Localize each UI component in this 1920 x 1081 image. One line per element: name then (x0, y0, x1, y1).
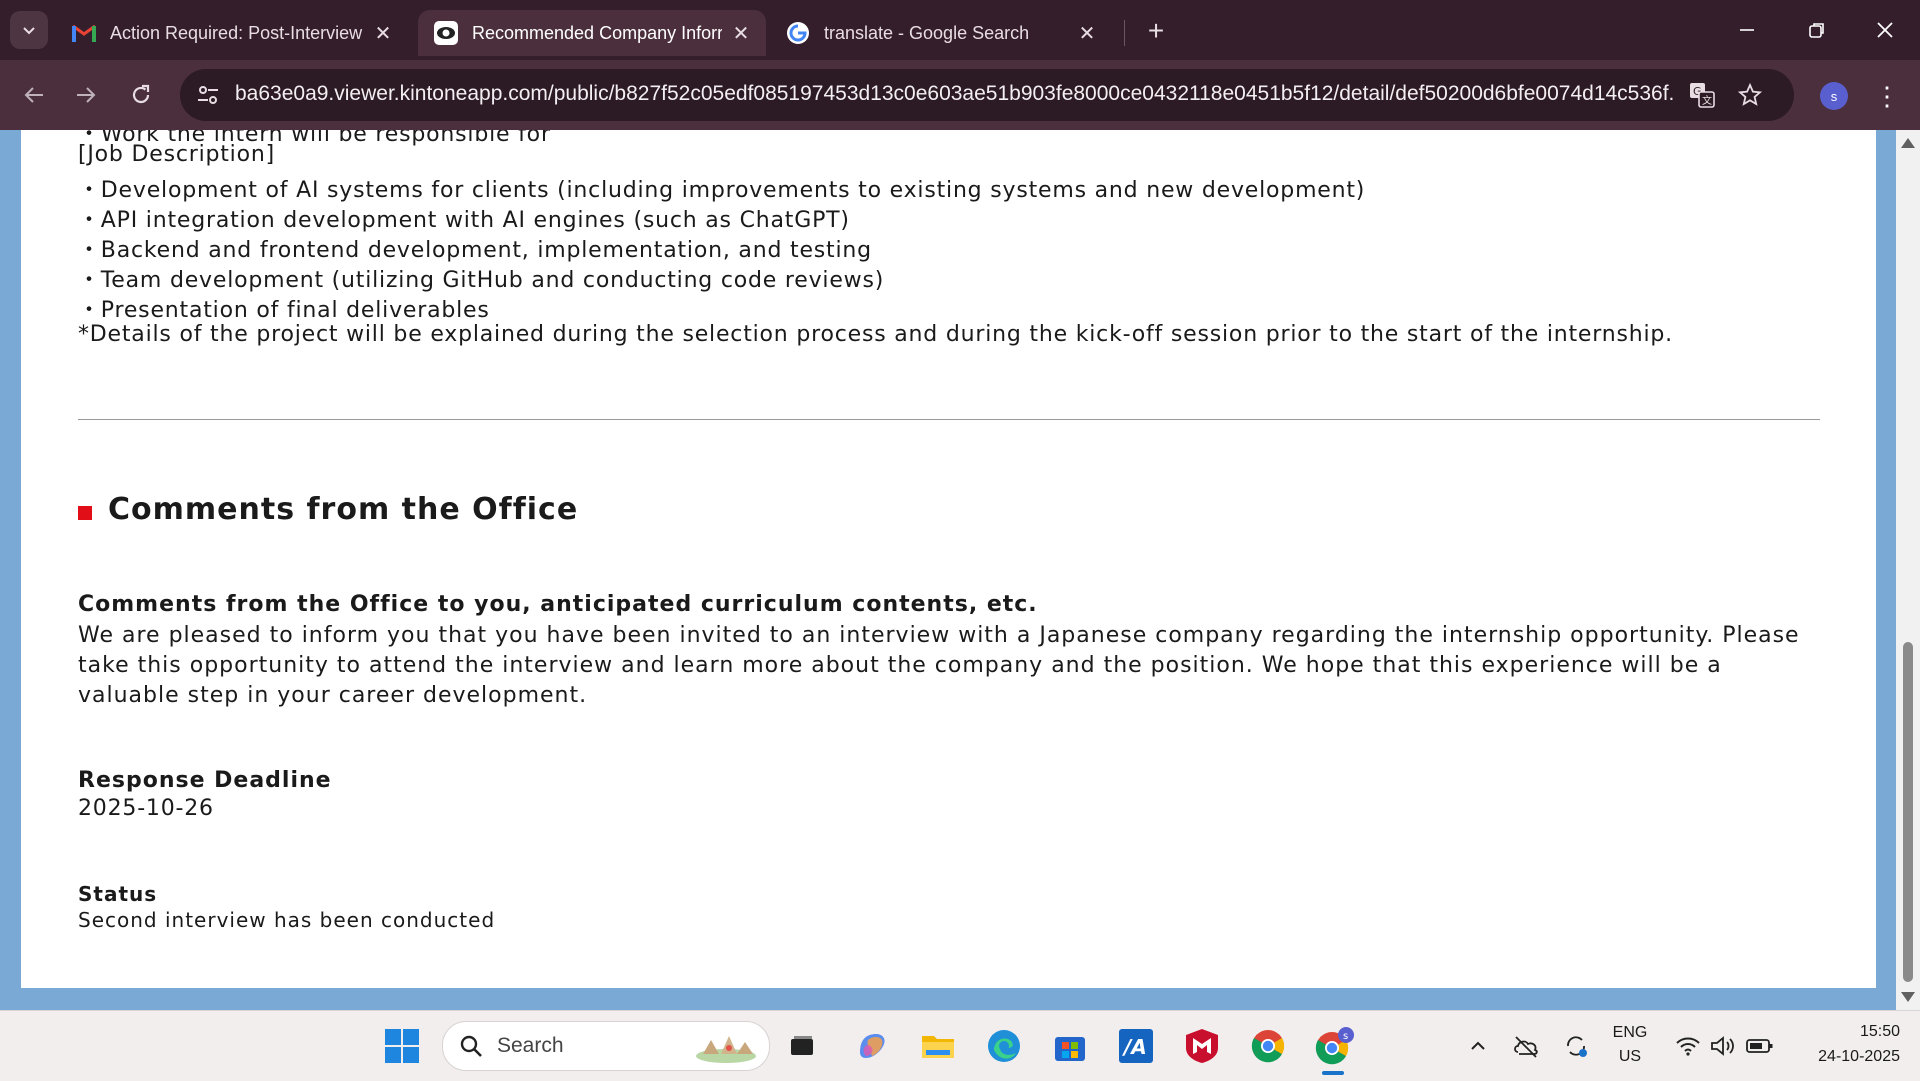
gmail-icon (72, 21, 96, 45)
forward-button[interactable] (68, 77, 104, 113)
microsoft-store-icon[interactable] (1050, 1026, 1090, 1066)
close-icon (1877, 22, 1893, 38)
minimize-button[interactable] (1727, 10, 1767, 50)
arrow-right-icon (77, 87, 96, 103)
scroll-down-arrow-icon[interactable] (1901, 992, 1915, 1002)
active-app-indicator (1322, 1071, 1344, 1075)
windows-start-icon[interactable] (384, 1028, 420, 1064)
app-ia-icon[interactable]: /A (1116, 1026, 1156, 1066)
sync-status-icon[interactable] (1556, 1026, 1596, 1066)
section-header: Comments from the Office (78, 492, 578, 527)
bookmark-star-icon[interactable] (1736, 81, 1764, 109)
job-item: ・API integration development with AI eng… (78, 208, 850, 233)
site-info-icon[interactable] (194, 81, 222, 109)
svg-text:/A: /A (1122, 1035, 1147, 1059)
section-divider (78, 419, 1820, 420)
comments-text: We are pleased to inform you that you ha… (78, 623, 1800, 708)
clock-time[interactable]: 15:50 (1780, 1023, 1900, 1041)
windows-taskbar: Search /A s ENG US 15:50 24-10-2025 (0, 1010, 1920, 1081)
browser-toolbar: ba63e0a9.viewer.kintoneapp.com/public/b8… (0, 60, 1920, 130)
close-window-button[interactable] (1865, 10, 1905, 50)
tab-search-button[interactable] (10, 11, 48, 49)
tab-title: Action Required: Post-Interview (110, 22, 363, 43)
tab-title: translate - Google Search (824, 22, 1030, 43)
address-bar[interactable]: ba63e0a9.viewer.kintoneapp.com/public/b8… (180, 69, 1794, 121)
profile-avatar[interactable]: s (1820, 82, 1848, 110)
arrow-left-icon (24, 87, 43, 103)
close-tab-icon[interactable]: ✕ (372, 22, 394, 45)
record-detail-panel: ・Work the intern will be responsible for… (21, 130, 1876, 988)
search-placeholder: Search (497, 1034, 564, 1057)
translate-icon[interactable]: G文 (1688, 81, 1716, 109)
language-indicator-line1[interactable]: ENG (1600, 1024, 1660, 1042)
tab-recommended-company[interactable]: Recommended Company Inforr ✕ (418, 10, 766, 56)
task-view-icon[interactable] (782, 1026, 822, 1066)
comments-label: Comments from the Office to you, anticip… (78, 592, 1038, 617)
tab-google-search[interactable]: translate - Google Search ✕ (770, 10, 1112, 56)
google-icon (786, 21, 810, 45)
chrome-profile-icon[interactable]: s (1314, 1026, 1354, 1066)
restore-icon (1809, 23, 1824, 38)
language-indicator-line2[interactable]: US (1600, 1048, 1660, 1066)
taskbar-search-box[interactable]: Search (442, 1021, 770, 1071)
file-explorer-icon[interactable] (918, 1026, 958, 1066)
tab-title: Recommended Company Inforr (472, 22, 722, 43)
wifi-icon[interactable] (1668, 1026, 1708, 1066)
menu-kebab-icon[interactable]: ⋮ (1872, 80, 1902, 112)
search-highlight-art-icon (696, 1036, 756, 1063)
chevron-up-icon[interactable] (1458, 1026, 1498, 1066)
mcafee-icon[interactable] (1182, 1026, 1222, 1066)
back-button[interactable] (16, 77, 52, 113)
volume-icon[interactable] (1704, 1026, 1744, 1066)
reload-icon (132, 84, 150, 104)
copilot-icon[interactable] (852, 1026, 892, 1066)
job-item: ・Backend and frontend development, imple… (78, 238, 872, 263)
chevron-down-icon (23, 27, 35, 35)
minimize-icon (1740, 29, 1754, 31)
url-text[interactable]: ba63e0a9.viewer.kintoneapp.com/public/b8… (235, 82, 1675, 106)
reload-button[interactable] (123, 77, 159, 113)
section-title: Comments from the Office (108, 492, 579, 527)
close-tab-icon[interactable]: ✕ (730, 22, 752, 45)
job-item: ・Team development (utilizing GitHub and … (78, 268, 885, 293)
new-tab-button[interactable]: + (1139, 14, 1173, 48)
section-marker-icon (78, 505, 92, 520)
svg-text:文: 文 (1702, 94, 1712, 107)
page-viewport: ・Work the intern will be responsible for… (0, 130, 1896, 1010)
status-label: Status (78, 882, 158, 906)
tab-strip: Action Required: Post-Interview ✕ Recomm… (0, 0, 1920, 60)
scrollbar-thumb[interactable] (1903, 642, 1913, 982)
close-tab-icon[interactable]: ✕ (1076, 22, 1098, 45)
svg-text:s: s (1343, 1031, 1348, 1042)
tab-gmail[interactable]: Action Required: Post-Interview ✕ (56, 10, 408, 56)
edge-browser-icon[interactable] (984, 1026, 1024, 1066)
deadline-value: 2025-10-26 (78, 796, 214, 821)
restore-button[interactable] (1797, 10, 1837, 50)
search-icon (460, 1035, 482, 1057)
job-item: ・Development of AI systems for clients (… (78, 178, 1366, 203)
deadline-label: Response Deadline (78, 768, 332, 793)
clock-date[interactable]: 24-10-2025 (1780, 1048, 1900, 1066)
tab-separator (1124, 20, 1125, 46)
details-note: *Details of the project will be explaine… (78, 322, 1673, 347)
chrome-icon[interactable] (1248, 1026, 1288, 1066)
vertical-scrollbar[interactable] (1896, 130, 1920, 1010)
job-item: ・Presentation of final deliverables (78, 298, 490, 323)
battery-icon[interactable] (1740, 1026, 1780, 1066)
onedrive-offline-icon[interactable] (1506, 1026, 1546, 1066)
eye-icon (434, 21, 458, 45)
job-description-heading: [Job Description] (78, 142, 275, 167)
scroll-up-arrow-icon[interactable] (1901, 138, 1915, 148)
status-value: Second interview has been conducted (78, 908, 496, 932)
